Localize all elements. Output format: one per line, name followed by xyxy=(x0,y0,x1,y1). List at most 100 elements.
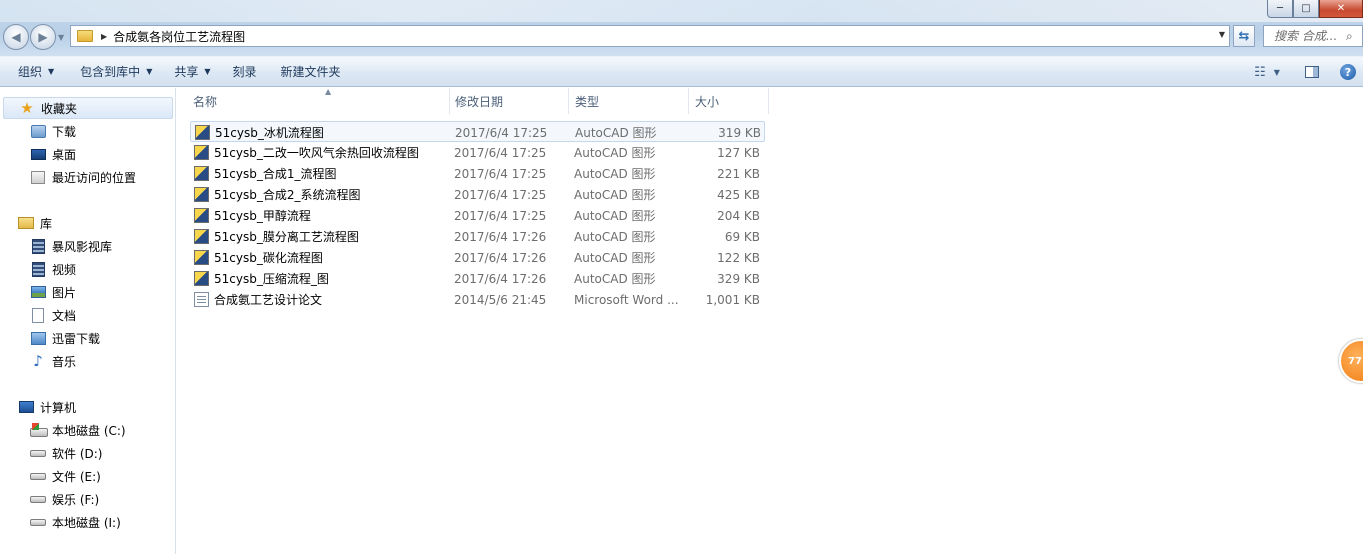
nav-downloads[interactable]: 下载 xyxy=(30,120,76,142)
autocad-file-icon xyxy=(194,166,209,181)
desktop-icon xyxy=(30,148,46,160)
file-row[interactable]: 51cysb_碳化流程图 2017/6/4 17:26 AutoCAD 图形 1… xyxy=(190,247,765,268)
nav-drive-f[interactable]: 娱乐 (F:) xyxy=(30,488,99,510)
documents-icon xyxy=(32,307,44,323)
search-input[interactable] xyxy=(1274,29,1346,43)
nav-pictures[interactable]: 图片 xyxy=(30,281,76,303)
recent-pages-dropdown[interactable]: ▼ xyxy=(58,33,64,42)
nav-videos[interactable]: 视频 xyxy=(30,258,76,280)
file-name: 51cysb_压缩流程_图 xyxy=(214,272,329,286)
file-type: AutoCAD 图形 xyxy=(574,251,656,265)
drive-icon xyxy=(30,449,46,457)
file-row[interactable]: 51cysb_合成2_系统流程图 2017/6/4 17:25 AutoCAD … xyxy=(190,184,765,205)
minimize-button[interactable]: ─ xyxy=(1267,0,1293,18)
nav-libraries[interactable]: 库 xyxy=(18,212,52,234)
address-bar[interactable]: ▶ 合成氨各岗位工艺流程图 ▼ xyxy=(70,25,1230,47)
include-in-library-button[interactable]: 包含到库中 ▼ xyxy=(71,60,161,84)
preview-pane-button[interactable] xyxy=(1297,60,1327,84)
organize-label: 组织 xyxy=(18,65,43,79)
back-button[interactable]: ◀ xyxy=(3,24,29,50)
nav-drive-d[interactable]: 软件 (D:) xyxy=(30,442,102,464)
file-modified: 2017/6/4 17:26 xyxy=(454,250,547,265)
view-details-icon: ☷ xyxy=(1254,64,1266,80)
new-folder-button[interactable]: 新建文件夹 xyxy=(272,60,350,84)
nav-music-label: 音乐 xyxy=(52,354,77,369)
column-header-row: 名称 ▲ 修改日期 类型 大小 xyxy=(177,87,1363,114)
file-size: 204 KB xyxy=(717,208,760,223)
column-header-size[interactable]: 大小 xyxy=(689,88,769,114)
nav-computer-label: 计算机 xyxy=(40,400,77,415)
autocad-file-icon xyxy=(194,208,209,223)
chevron-down-icon: ▼ xyxy=(1273,67,1280,77)
file-modified: 2017/6/4 17:25 xyxy=(454,187,547,202)
nav-drive-e[interactable]: 文件 (E:) xyxy=(30,465,101,487)
file-row[interactable]: 合成氨工艺设计论文 2014/5/6 21:45 Microsoft Word … xyxy=(190,289,765,310)
file-size: 329 KB xyxy=(717,271,760,286)
arrow-left-icon: ◀ xyxy=(11,30,21,44)
autocad-file-icon xyxy=(194,271,209,286)
breadcrumb-current-folder[interactable]: 合成氨各岗位工艺流程图 xyxy=(113,28,245,45)
burn-button[interactable]: 刻录 xyxy=(224,60,266,84)
autocad-file-icon xyxy=(195,125,210,140)
file-row[interactable]: 51cysb_膜分离工艺流程图 2017/6/4 17:26 AutoCAD 图… xyxy=(190,226,765,247)
address-history-dropdown[interactable]: ▼ xyxy=(1219,30,1225,39)
nav-computer[interactable]: 计算机 xyxy=(18,396,76,418)
file-size: 1,001 KB xyxy=(705,292,760,307)
nav-documents[interactable]: 文档 xyxy=(30,304,76,326)
forward-button[interactable]: ▶ xyxy=(30,24,56,50)
drive-icon xyxy=(30,472,46,480)
change-view-button[interactable]: ☷ ▼ xyxy=(1245,60,1289,84)
nav-thunder-download-label: 迅雷下载 xyxy=(52,331,101,346)
drive-icon xyxy=(30,518,46,526)
nav-drive-i[interactable]: 本地磁盘 (I:) xyxy=(30,511,121,533)
column-modified-label: 修改日期 xyxy=(455,94,504,109)
nav-music[interactable]: ♪ 音乐 xyxy=(30,350,76,372)
column-header-name[interactable]: 名称 ▲ xyxy=(187,87,450,114)
nav-video-library-label: 暴风影视库 xyxy=(52,239,113,254)
nav-documents-label: 文档 xyxy=(52,308,77,323)
search-icon[interactable]: ⌕ xyxy=(1346,29,1353,44)
column-header-modified[interactable]: 修改日期 xyxy=(449,88,569,114)
organize-button[interactable]: 组织 ▼ xyxy=(9,60,63,84)
nav-recent-places[interactable]: 最近访问的位置 xyxy=(30,166,136,188)
share-label: 共享 xyxy=(174,65,199,79)
video-library-icon xyxy=(31,238,45,254)
nav-thunder-download[interactable]: 迅雷下载 xyxy=(30,327,100,349)
share-button[interactable]: 共享 ▼ xyxy=(165,60,219,84)
refresh-button[interactable]: ⇆ xyxy=(1233,25,1255,47)
nav-libraries-label: 库 xyxy=(40,216,53,231)
floating-badge[interactable]: 77 xyxy=(1339,339,1363,383)
column-name-label: 名称 xyxy=(193,94,218,109)
nav-video-library[interactable]: 暴风影视库 xyxy=(30,235,112,257)
search-box[interactable]: ⌕ xyxy=(1263,25,1363,47)
chevron-down-icon: ▼ xyxy=(146,67,153,76)
library-icon xyxy=(18,217,34,229)
breadcrumb-chevron-icon[interactable]: ▶ xyxy=(101,32,107,41)
navigation-pane: ★ 收藏夹 下载 桌面 最近访问的位置 库 暴风影视库 视频 图片 文档 迅雷下载… xyxy=(0,88,176,554)
nav-favorites[interactable]: ★ 收藏夹 xyxy=(3,97,173,119)
file-name: 51cysb_冰机流程图 xyxy=(215,126,324,140)
preview-pane-icon xyxy=(1305,66,1319,78)
column-size-label: 大小 xyxy=(695,94,720,109)
nav-drive-c[interactable]: 本地磁盘 (C:) xyxy=(30,419,126,441)
file-row[interactable]: 51cysb_冰机流程图 2017/6/4 17:25 AutoCAD 图形 3… xyxy=(190,121,765,142)
file-name: 51cysb_碳化流程图 xyxy=(214,251,323,265)
file-type: AutoCAD 图形 xyxy=(574,188,656,202)
file-row[interactable]: 51cysb_二改一吹风气余热回收流程图 2017/6/4 17:25 Auto… xyxy=(190,142,765,163)
file-row[interactable]: 51cysb_压缩流程_图 2017/6/4 17:26 AutoCAD 图形 … xyxy=(190,268,765,289)
toolbar-right-group: ☷ ▼ ? xyxy=(1245,60,1363,84)
burn-label: 刻录 xyxy=(232,65,257,79)
maximize-button[interactable]: □ xyxy=(1293,0,1319,18)
close-button[interactable]: ✕ xyxy=(1319,0,1363,18)
file-modified: 2017/6/4 17:26 xyxy=(454,229,547,244)
file-row[interactable]: 51cysb_甲醇流程 2017/6/4 17:25 AutoCAD 图形 20… xyxy=(190,205,765,226)
file-type: AutoCAD 图形 xyxy=(574,209,656,223)
nav-desktop[interactable]: 桌面 xyxy=(30,143,76,165)
file-row[interactable]: 51cysb_合成1_流程图 2017/6/4 17:25 AutoCAD 图形… xyxy=(190,163,765,184)
command-bar: 组织 ▼ 包含到库中 ▼ 共享 ▼ 刻录 新建文件夹 ☷ ▼ ? xyxy=(0,56,1363,87)
computer-icon xyxy=(18,401,34,413)
column-header-type[interactable]: 类型 xyxy=(569,88,689,114)
window-controls: ─ □ ✕ xyxy=(1267,0,1363,18)
help-button[interactable]: ? xyxy=(1333,60,1363,84)
arrow-right-icon: ▶ xyxy=(38,30,48,44)
